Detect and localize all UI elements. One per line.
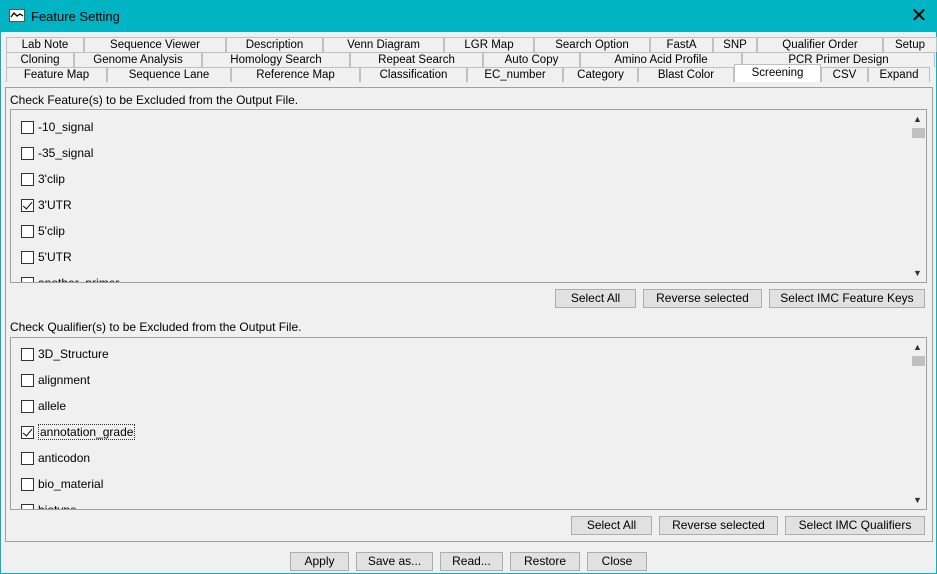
checkbox[interactable] [21,198,34,212]
item-label: bio_material [38,477,104,491]
checkbox[interactable] [21,373,34,387]
item-label: another_primer [38,276,120,283]
list-item[interactable]: alignment [21,371,90,389]
tab-fasta[interactable]: FastA [650,37,713,52]
qualifiers-section-label: Check Qualifier(s) to be Excluded from t… [10,320,302,334]
checkbox[interactable] [21,224,34,238]
tab-reference-map[interactable]: Reference Map [231,67,360,82]
scroll-up-icon[interactable]: ▲ [909,112,926,126]
tab-sequence-viewer[interactable]: Sequence Viewer [84,37,226,52]
tab-feature-map[interactable]: Feature Map [6,67,107,82]
tab-sequence-lane[interactable]: Sequence Lane [107,67,231,82]
tab-ec-number[interactable]: EC_number [467,67,563,82]
scroll-thumb[interactable] [912,356,925,366]
scroll-down-icon[interactable]: ▼ [909,266,926,280]
checkbox[interactable] [21,503,34,509]
qualifiers-scrollbar[interactable]: ▲ ▼ [909,338,926,509]
list-item[interactable]: anticodon [21,449,90,467]
select-imc-qualifiers-button[interactable]: Select IMC Qualifiers [785,516,925,535]
close-icon[interactable]: ✕ [902,1,936,32]
item-label: annotation_grade [38,424,136,440]
checkbox[interactable] [21,347,34,361]
list-item[interactable]: annotation_grade [21,423,136,441]
list-item[interactable]: bio_material [21,475,103,493]
item-label: 3D_Structure [38,347,109,361]
item-label: 3'UTR [38,198,72,212]
tab-row-3: Feature Map Sequence Lane Reference Map … [6,64,930,82]
scroll-down-icon[interactable]: ▼ [909,493,926,507]
tab-lgr-map[interactable]: LGR Map [444,37,534,52]
tab-genome-analysis[interactable]: Genome Analysis [74,52,202,67]
close-button[interactable]: Close [587,552,647,571]
item-label: allele [38,399,67,413]
tab-csv[interactable]: CSV [821,67,868,82]
select-imc-feature-keys-button[interactable]: Select IMC Feature Keys [769,289,925,308]
list-item[interactable]: -35_signal [21,144,93,162]
list-item[interactable]: 3'clip [21,170,65,188]
scroll-thumb[interactable] [912,128,925,138]
checkbox[interactable] [21,477,34,491]
features-section-label: Check Feature(s) to be Excluded from the… [10,93,299,107]
checkbox[interactable] [21,425,34,439]
read-button[interactable]: Read... [440,552,503,571]
app-icon [9,9,25,22]
restore-button[interactable]: Restore [510,552,580,571]
list-item[interactable]: 3'UTR [21,196,72,214]
tab-repeat-search[interactable]: Repeat Search [350,52,483,67]
tab-auto-copy[interactable]: Auto Copy [483,52,580,67]
checkbox[interactable] [21,146,34,160]
features-list: -10_signal -35_signal 3'clip 3'UTR 5'cli… [10,109,927,283]
list-item[interactable]: 3D_Structure [21,345,109,363]
save-as-button[interactable]: Save as... [356,552,433,571]
item-label: anticodon [38,451,91,465]
checkbox[interactable] [21,451,34,465]
list-item[interactable]: allele [21,397,66,415]
item-label: alignment [38,373,91,387]
qualifiers-reverse-selected-button[interactable]: Reverse selected [659,516,778,535]
tab-classification[interactable]: Classification [360,67,467,82]
checkbox[interactable] [21,399,34,413]
scroll-up-icon[interactable]: ▲ [909,340,926,354]
item-label: -35_signal [38,146,94,160]
title-bar: Feature Setting ✕ [1,1,936,32]
tab-screening[interactable]: Screening [734,64,821,82]
list-item[interactable]: 5'UTR [21,248,72,266]
tab-homology-search[interactable]: Homology Search [202,52,350,67]
features-select-all-button[interactable]: Select All [555,289,636,308]
tab-qualifier-order[interactable]: Qualifier Order [757,37,883,52]
item-label: 3'clip [38,172,65,186]
list-item[interactable]: another_primer [21,274,120,283]
list-item[interactable]: biotype [21,501,77,510]
item-label: biotype [38,503,77,510]
apply-button[interactable]: Apply [290,552,349,571]
tab-snp[interactable]: SNP [713,37,757,52]
item-label: 5'clip [38,224,65,238]
tab-description[interactable]: Description [226,37,323,52]
item-label: 5'UTR [38,250,72,264]
feature-setting-window: Feature Setting ✕ Lab Note Sequence View… [0,0,937,574]
tab-amino-acid-profile[interactable]: Amino Acid Profile [580,52,742,67]
checkbox[interactable] [21,276,34,282]
tab-setup[interactable]: Setup [883,37,937,52]
tab-blast-color[interactable]: Blast Color [638,67,734,82]
list-item[interactable]: 5'clip [21,222,65,240]
qualifiers-list: 3D_Structure alignment allele annotation… [10,337,927,510]
window-title: Feature Setting [31,9,120,24]
tab-expand[interactable]: Expand [868,67,930,82]
tab-row-1: Lab Note Sequence Viewer Description Ven… [6,37,937,52]
tab-category[interactable]: Category [563,67,638,82]
list-item[interactable]: -10_signal [21,118,93,136]
tab-venn-diagram[interactable]: Venn Diagram [323,37,444,52]
features-reverse-selected-button[interactable]: Reverse selected [643,289,762,308]
tab-search-option[interactable]: Search Option [534,37,650,52]
item-label: -10_signal [38,120,94,134]
features-scrollbar[interactable]: ▲ ▼ [909,110,926,282]
checkbox[interactable] [21,172,34,186]
checkbox[interactable] [21,120,34,134]
qualifiers-select-all-button[interactable]: Select All [571,516,652,535]
checkbox[interactable] [21,250,34,264]
tab-cloning[interactable]: Cloning [6,52,74,67]
tab-lab-note[interactable]: Lab Note [6,37,84,52]
